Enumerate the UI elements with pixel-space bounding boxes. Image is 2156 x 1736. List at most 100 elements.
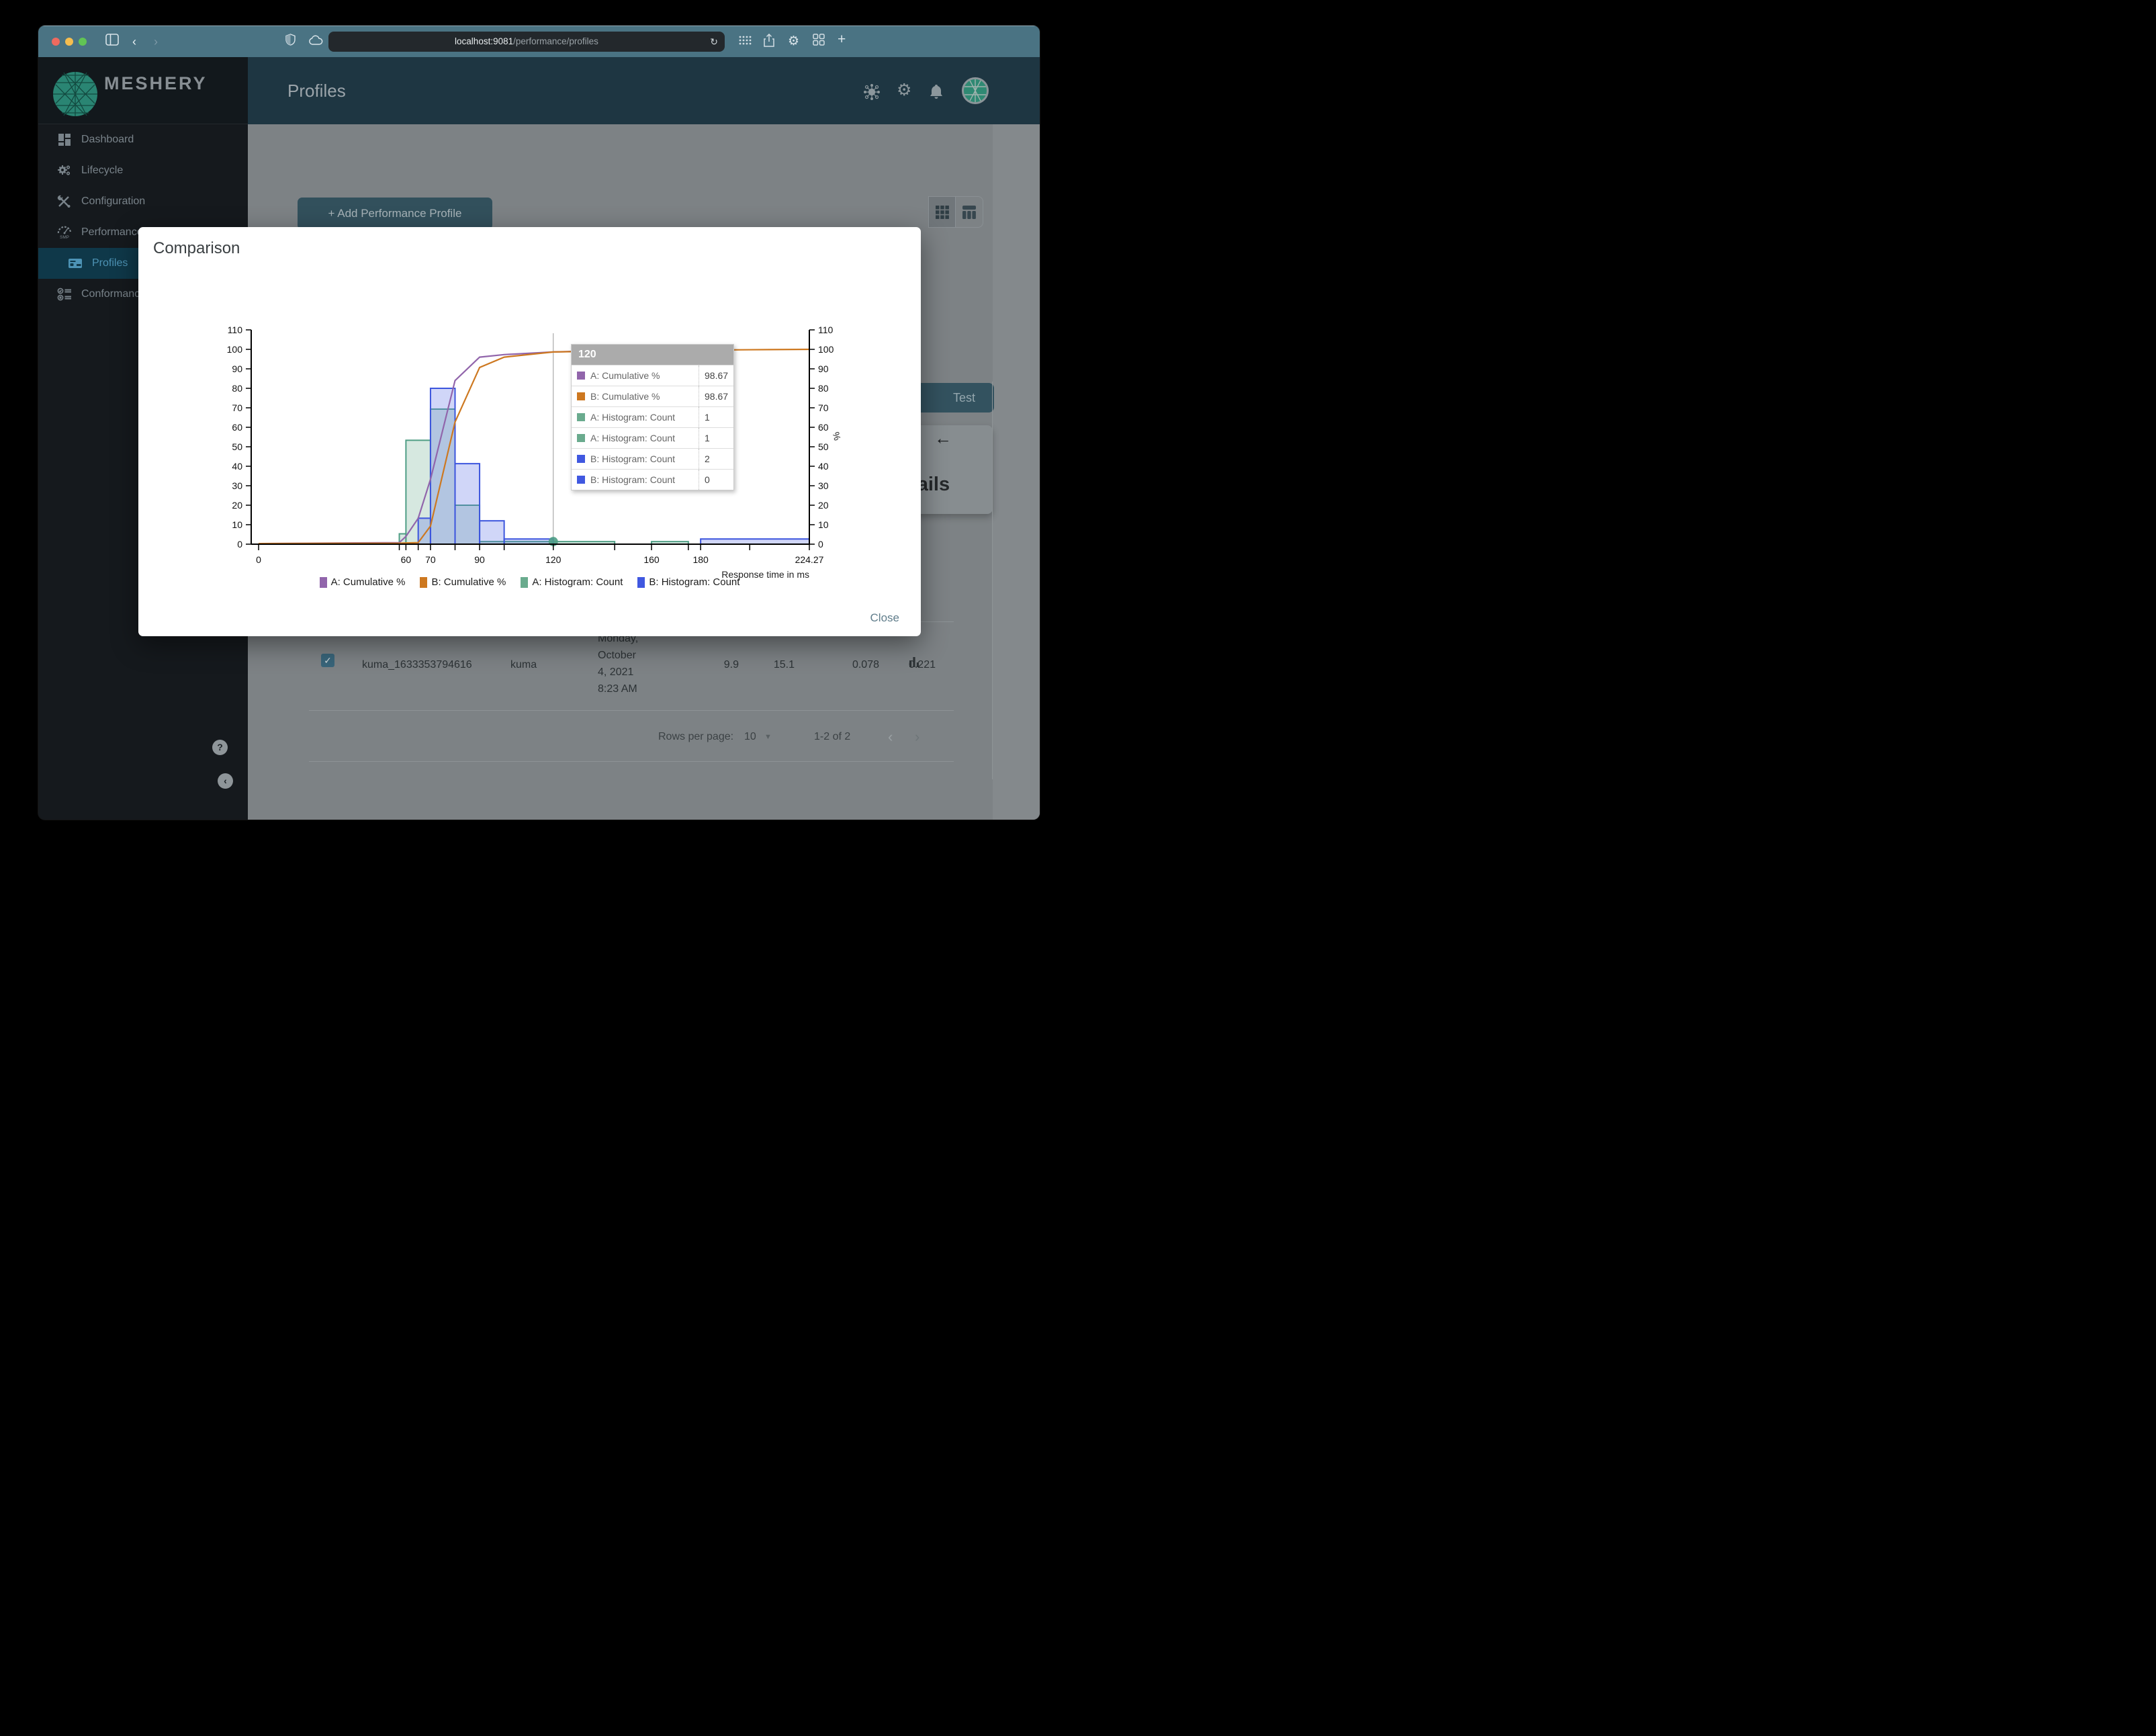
tooltip-series-value: 1	[699, 407, 733, 427]
share-icon[interactable]	[764, 33, 774, 51]
sidebar-item-dashboard[interactable]: Dashboard	[38, 124, 248, 155]
svg-text:90: 90	[818, 363, 829, 374]
content-divider	[992, 382, 993, 779]
tab-overview-icon[interactable]	[739, 34, 752, 50]
browser-window: ‹ › localhost:9081/performance/profiles …	[38, 26, 1040, 820]
svg-text:224.27: 224.27	[795, 554, 824, 565]
tooltip-series-name: B: Histogram: Count	[590, 453, 676, 464]
view-results-chart-icon[interactable]	[909, 656, 919, 671]
svg-text:0: 0	[818, 539, 823, 550]
user-avatar[interactable]	[962, 77, 989, 104]
shield-icon[interactable]	[285, 34, 296, 50]
svg-text:0: 0	[237, 539, 242, 550]
url-path: /performance/profiles	[513, 36, 598, 46]
svg-text:SMP: SMP	[60, 235, 69, 240]
svg-text:60: 60	[818, 422, 829, 433]
legend-swatch	[420, 576, 428, 588]
table-view-toggle[interactable]	[956, 197, 983, 227]
legend-item[interactable]: B: Histogram: Count	[637, 576, 739, 588]
svg-text:50: 50	[232, 441, 242, 452]
close-window-button[interactable]	[52, 38, 60, 46]
dashboard-icon	[57, 132, 72, 147]
zoom-window-button[interactable]	[79, 38, 87, 46]
help-button[interactable]: ?	[212, 740, 228, 755]
tooltip-series-name: B: Histogram: Count	[590, 474, 676, 485]
mesh-cell: kuma	[510, 659, 537, 670]
next-page-button[interactable]: ›	[915, 728, 919, 746]
forward-icon[interactable]: ›	[154, 34, 158, 50]
svg-text:110: 110	[228, 324, 243, 335]
settings-gear-icon[interactable]: ⚙	[897, 80, 913, 99]
sidebar-toggle-icon[interactable]	[105, 34, 119, 50]
settings-gear-icon[interactable]: ⚙	[788, 34, 799, 50]
svg-text:160: 160	[643, 554, 660, 565]
legend-swatch	[637, 576, 645, 588]
close-button[interactable]: Close	[866, 611, 903, 625]
rows-per-page-label: Rows per page:	[658, 731, 734, 742]
svg-text:110: 110	[818, 324, 834, 335]
tooltip-row: B: Histogram: Count 2	[572, 448, 733, 469]
legend-item[interactable]: A: Cumulative %	[319, 576, 405, 588]
profile-name-cell: kuma_1633353794616	[362, 659, 472, 670]
comparison-chart[interactable]: 0 010 1020 2030 3040 4050 5060 6070 7080 8090 9010…	[138, 227, 921, 636]
svg-text:80: 80	[232, 383, 242, 394]
configuration-icon	[57, 194, 72, 209]
svg-text:60: 60	[232, 422, 242, 433]
rows-per-page-select[interactable]: 10	[744, 731, 756, 743]
date-cell: Monday, October 4, 2021 8:23 AM	[598, 633, 639, 695]
browser-chrome: ‹ › localhost:9081/performance/profiles …	[38, 26, 1040, 57]
new-tab-icon[interactable]: +	[838, 32, 846, 48]
right-panel-band	[993, 124, 1040, 820]
screenshot-stage: ‹ › localhost:9081/performance/profiles …	[0, 0, 1078, 868]
svg-text:70: 70	[232, 402, 242, 413]
notifications-bell-icon[interactable]	[929, 83, 945, 99]
tooltip-series-value: 1	[699, 428, 733, 448]
reload-icon[interactable]: ↻	[710, 32, 718, 52]
bottom-divider	[309, 761, 954, 762]
view-toggle-group	[928, 196, 983, 228]
sidebar-item-label: Profiles	[92, 257, 128, 269]
sidebar-item-configuration[interactable]: Configuration	[38, 186, 248, 217]
minimize-window-button[interactable]	[65, 38, 73, 46]
svg-text:20: 20	[232, 500, 242, 511]
tooltip-row: A: Histogram: Count 1	[572, 427, 733, 448]
y2-axis-label: %	[830, 431, 843, 441]
caret-down-icon[interactable]: ▼	[764, 733, 772, 741]
svg-text:180: 180	[692, 554, 709, 565]
tooltip-series-name: A: Cumulative %	[590, 370, 660, 381]
svg-text:10: 10	[818, 519, 829, 530]
sidebar-item-lifecycle[interactable]: Lifecycle	[38, 155, 248, 186]
tooltip-row: B: Cumulative % 98.67	[572, 386, 733, 406]
back-icon[interactable]: ‹	[132, 34, 136, 50]
pagination-range: 1-2 of 2	[814, 731, 851, 742]
profiles-icon	[68, 256, 83, 271]
mesh-adapters-icon[interactable]	[863, 83, 880, 100]
tooltip-series-value: 98.67	[699, 386, 733, 406]
p50-cell: 0.078	[852, 659, 879, 670]
pagination: Rows per page: 10 ▼ 1-2 of 2 ‹ ›	[309, 724, 954, 751]
tab-grid-icon[interactable]	[813, 34, 825, 50]
add-performance-profile-button[interactable]: + Add Performance Profile	[298, 198, 492, 230]
chart-legend: A: Cumulative % B: Cumulative % A: Histogr…	[138, 576, 921, 588]
series-swatch	[577, 455, 585, 463]
row-checkbox[interactable]: ✓	[321, 654, 334, 667]
collapse-sidebar-button[interactable]: ‹	[218, 773, 233, 789]
sidebar-item-label: Conformance	[81, 288, 146, 300]
svg-text:40: 40	[818, 461, 829, 472]
back-arrow-icon[interactable]: ←	[934, 428, 952, 449]
url-bar[interactable]: localhost:9081/performance/profiles ↻	[328, 32, 725, 52]
svg-text:0: 0	[256, 554, 261, 565]
previous-page-button[interactable]: ‹	[888, 728, 893, 746]
app-header: Profiles ⚙	[248, 57, 1040, 124]
svg-text:70: 70	[425, 554, 436, 565]
grid-view-toggle[interactable]	[929, 197, 956, 227]
svg-text:120: 120	[545, 554, 562, 565]
cloud-icon[interactable]	[308, 34, 323, 50]
sidebar-item-label: Lifecycle	[81, 165, 124, 176]
svg-text:30: 30	[232, 480, 242, 491]
series-swatch	[577, 372, 585, 380]
legend-item[interactable]: B: Cumulative %	[420, 576, 506, 588]
tooltip-row: A: Cumulative % 98.67	[572, 365, 733, 386]
legend-item[interactable]: A: Histogram: Count	[521, 576, 623, 588]
tooltip-title: 120	[572, 345, 733, 365]
